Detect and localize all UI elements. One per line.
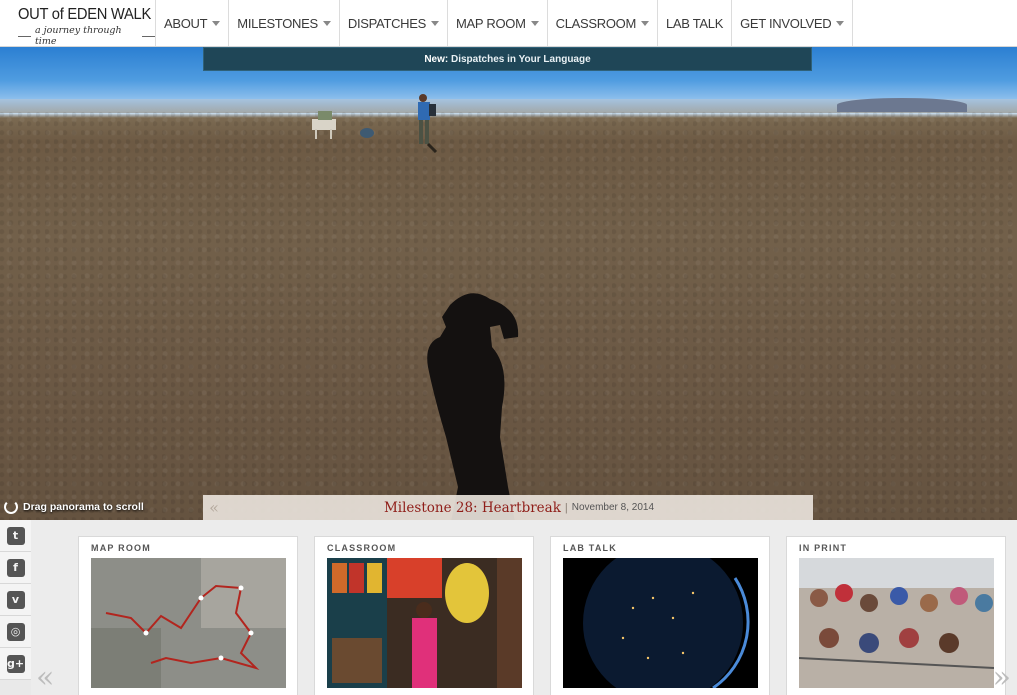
- card-label: IN PRINT: [799, 543, 848, 553]
- brand-title: OUT of EDEN WALK: [18, 6, 152, 23]
- nav-label: DISPATCHES: [347, 15, 427, 31]
- vimeo-icon: v: [6, 590, 25, 609]
- lab-talk-thumbnail: [563, 558, 758, 688]
- milestone-title-link[interactable]: Milestone 28: Heartbreak: [384, 500, 561, 516]
- nav-label: LAB TALK: [665, 15, 724, 31]
- pack-animal-figure: [312, 111, 374, 139]
- caret-down-icon: [836, 20, 845, 26]
- caret-down-icon: [322, 20, 331, 26]
- card-in-print[interactable]: IN PRINT: [786, 536, 1006, 695]
- card-map-room[interactable]: MAP ROOM: [78, 536, 298, 695]
- photographer-shadow: [427, 293, 519, 520]
- nav-label: ABOUT: [164, 15, 208, 31]
- nav-label: MAP ROOM: [456, 15, 526, 31]
- card-label: CLASSROOM: [327, 543, 397, 553]
- drag-hint: Drag panorama to scroll: [4, 500, 144, 514]
- caret-down-icon: [212, 20, 221, 26]
- nav-map-room[interactable]: MAP ROOM: [448, 0, 548, 46]
- drag-hint-text: Drag panorama to scroll: [23, 501, 144, 513]
- facebook-icon: f: [6, 558, 25, 577]
- distant-mountain: [837, 98, 967, 112]
- milestone-date: November 8, 2014: [571, 502, 655, 513]
- twitter-button[interactable]: t: [0, 520, 31, 552]
- walker-figure: [418, 94, 438, 154]
- card-label: LAB TALK: [563, 543, 617, 553]
- caret-down-icon: [530, 20, 539, 26]
- nav-label: CLASSROOM: [555, 15, 637, 31]
- twitter-icon: t: [6, 526, 25, 545]
- site-logo[interactable]: OUT of EDEN WALK a journey through time: [0, 0, 156, 47]
- instagram-button[interactable]: ◎: [0, 616, 31, 648]
- nav-lab-talk[interactable]: LAB TALK: [658, 0, 733, 46]
- caret-down-icon: [640, 20, 649, 26]
- caret-down-icon: [431, 20, 440, 26]
- brand-tagline: a journey through time: [18, 25, 156, 47]
- hero-panorama[interactable]: New: Dispatches in Your Language Drag pa…: [0, 47, 1017, 520]
- carousel-prev-button[interactable]: «: [36, 660, 54, 695]
- nav-about[interactable]: ABOUT: [156, 0, 230, 46]
- google-plus-icon: g+: [6, 654, 25, 673]
- nav-label: GET INVOLVED: [740, 15, 832, 31]
- announcement-text: Dispatches in Your Language: [451, 53, 591, 65]
- announcement-banner[interactable]: New: Dispatches in Your Language: [203, 47, 812, 71]
- tagline-rule: [142, 35, 156, 37]
- milestone-caption: Milestone 28: Heartbreak | November 8, 2…: [225, 500, 813, 516]
- social-sidebar: t f v ◎ g+: [0, 520, 31, 680]
- nav-classroom[interactable]: CLASSROOM: [548, 0, 658, 46]
- nav-label: MILESTONES: [237, 15, 318, 31]
- milestone-separator: |: [564, 501, 568, 514]
- announcement-prefix: New:: [424, 53, 449, 65]
- feature-carousel: « MAP ROOM CLASSROOM LAB TALK IN PRINT »: [31, 520, 1017, 695]
- rotate-icon: [4, 500, 18, 514]
- instagram-icon: ◎: [6, 622, 25, 641]
- main-menu: ABOUT MILESTONES DISPATCHES MAP ROOM CLA…: [156, 0, 854, 46]
- milestone-prev-button[interactable]: «: [203, 498, 225, 517]
- google-plus-button[interactable]: g+: [0, 648, 31, 680]
- facebook-button[interactable]: f: [0, 552, 31, 584]
- in-print-thumbnail: [799, 558, 994, 688]
- card-classroom[interactable]: CLASSROOM: [314, 536, 534, 695]
- tagline-rule: [18, 35, 31, 37]
- milestone-caption-bar: « Milestone 28: Heartbreak | November 8,…: [203, 495, 813, 520]
- top-nav: OUT of EDEN WALK a journey through time …: [0, 0, 1017, 47]
- carousel-next-button[interactable]: »: [993, 660, 1011, 695]
- card-lab-talk[interactable]: LAB TALK: [550, 536, 770, 695]
- nav-milestones[interactable]: MILESTONES: [229, 0, 340, 46]
- vimeo-button[interactable]: v: [0, 584, 31, 616]
- card-label: MAP ROOM: [91, 543, 151, 553]
- nav-get-involved[interactable]: GET INVOLVED: [732, 0, 854, 46]
- nav-dispatches[interactable]: DISPATCHES: [340, 0, 449, 46]
- classroom-thumbnail: [327, 558, 522, 688]
- map-room-thumbnail: [91, 558, 286, 688]
- tagline-text: a journey through time: [34, 25, 122, 47]
